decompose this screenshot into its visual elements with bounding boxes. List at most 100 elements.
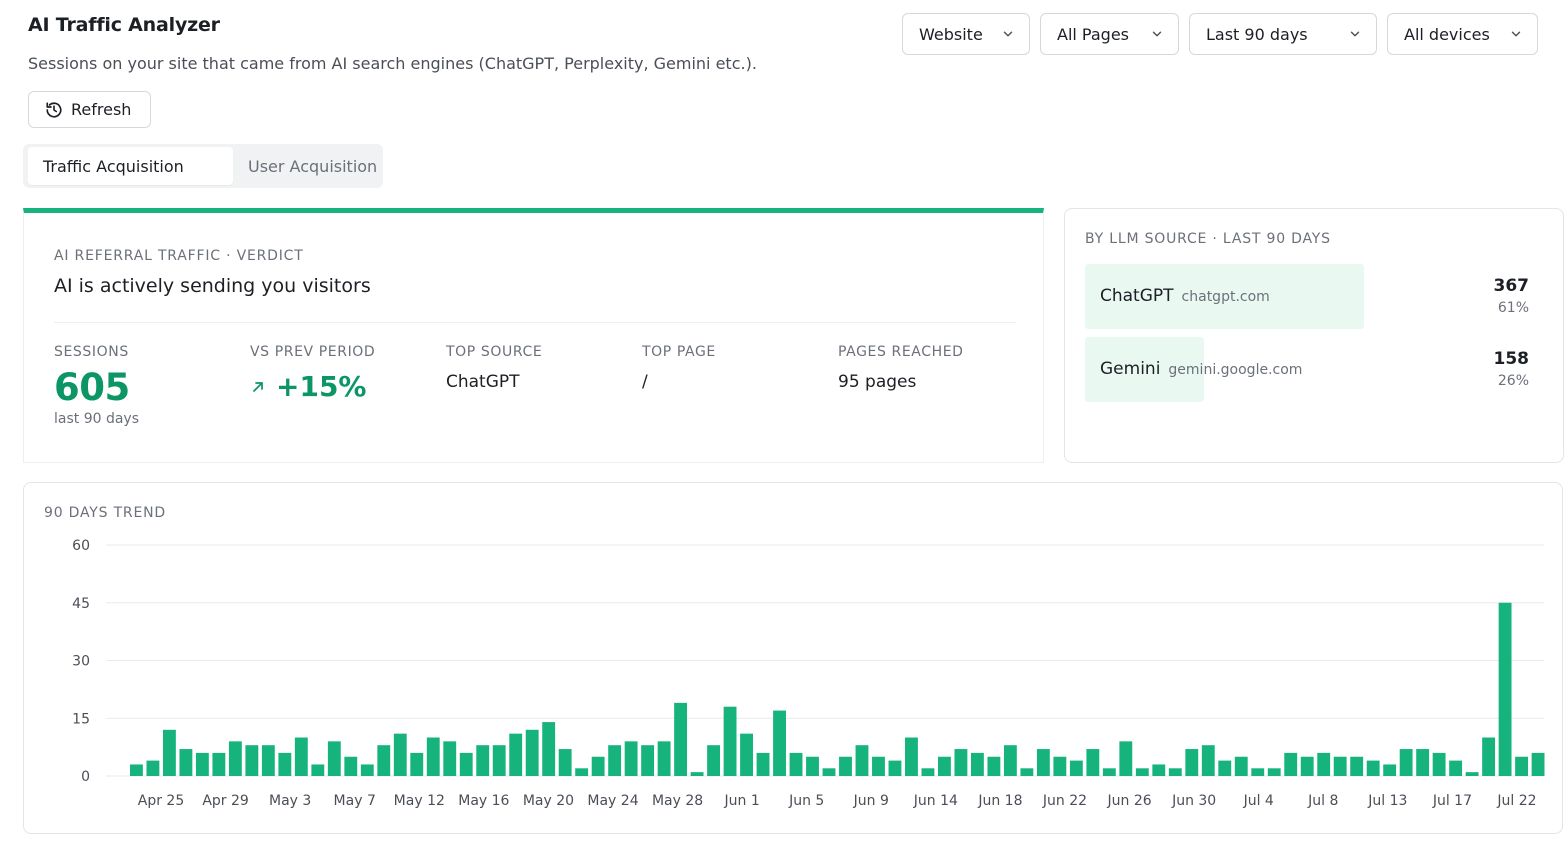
x-tick-label: Jul 8: [1307, 793, 1338, 809]
x-tick-label: Apr 25: [138, 793, 184, 809]
trend-bar: [1366, 760, 1380, 776]
x-tick-label: Jun 1: [724, 793, 760, 809]
trend-bar: [195, 752, 209, 776]
trend-bar: [773, 710, 786, 776]
verdict-card: AI REFERRAL TRAFFIC · VERDICT AI is acti…: [23, 208, 1044, 463]
trend-bar: [327, 741, 341, 776]
trend-bar: [872, 756, 885, 776]
trend-bar: [1003, 745, 1017, 776]
verdict-title: AI is actively sending you visitors: [54, 275, 371, 297]
x-tick-label: May 16: [458, 793, 509, 809]
pages-select[interactable]: All Pages: [1040, 13, 1179, 55]
trend-bar: [426, 737, 440, 776]
trend-bar: [525, 729, 539, 776]
refresh-button[interactable]: Refresh: [28, 91, 151, 128]
trend-bar: [1267, 768, 1281, 776]
trend-bar: [1053, 756, 1067, 776]
sessions-sub: last 90 days: [54, 411, 140, 427]
refresh-button-label: Refresh: [71, 100, 132, 119]
llm-source-row[interactable]: Gemini gemini.google.com 158 26%: [1085, 337, 1531, 402]
trend-bar: [509, 733, 523, 776]
page-subtitle: Sessions on your site that came from AI …: [28, 54, 757, 73]
trend-bar: [1152, 764, 1166, 776]
trend-bar: [987, 756, 1001, 776]
trend-bar: [806, 756, 819, 776]
trend-bar: [1465, 772, 1479, 776]
trend-bar: [608, 745, 622, 776]
x-tick-label: May 3: [269, 793, 311, 809]
llm-source-domain: gemini.google.com: [1168, 362, 1303, 378]
trend-bar: [1416, 749, 1430, 776]
date-range-select[interactable]: Last 90 days: [1189, 13, 1377, 55]
history-icon: [45, 101, 71, 119]
y-tick-label: 45: [72, 596, 90, 612]
trend-bar: [1119, 741, 1133, 776]
y-tick-label: 30: [72, 654, 90, 670]
trend-bar: [575, 768, 589, 776]
x-tick-label: Jun 18: [977, 793, 1022, 809]
trend-bar: [558, 749, 572, 776]
trend-bar: [410, 752, 424, 776]
property-select-value: Website: [919, 24, 983, 44]
trend-chart: 0 15 30 45 60 Apr 25 Apr 29 May 3 May 7 May 12 May…: [72, 538, 1545, 809]
top-page-value: /: [642, 372, 648, 392]
trend-bar: [1498, 602, 1512, 776]
sessions-label: SESSIONS: [54, 344, 129, 360]
trend-bar: [921, 768, 935, 776]
trend-bar: [228, 741, 242, 776]
chevron-down-icon: [1150, 27, 1164, 41]
x-tick-label: Jul 4: [1243, 793, 1274, 809]
trend-bar: [624, 741, 638, 776]
trend-bar: [245, 745, 259, 776]
x-tick-label: Jul 22: [1496, 793, 1536, 809]
trend-bar: [954, 749, 968, 776]
llm-source-pct: 26%: [1497, 373, 1529, 389]
trend-bar: [1102, 768, 1116, 776]
trend-bar: [641, 745, 655, 776]
trend-bar: [1135, 768, 1149, 776]
devices-select[interactable]: All devices: [1387, 13, 1538, 55]
trend-bar: [674, 702, 688, 776]
trend-bar: [1317, 752, 1331, 776]
sessions-value: 605: [54, 366, 130, 409]
llm-source-name: Gemini: [1100, 359, 1161, 379]
top-source-label: TOP SOURCE: [446, 344, 543, 360]
chevron-down-icon: [1509, 27, 1523, 41]
llm-source-row[interactable]: ChatGPT chatgpt.com 367 61%: [1085, 264, 1531, 329]
x-tick-label: Jul 13: [1367, 793, 1407, 809]
trend-bar: [492, 745, 506, 776]
trend-bar: [1168, 768, 1182, 776]
tab-user-acquisition[interactable]: User Acquisition: [233, 147, 383, 185]
llm-source-count: 158: [1493, 349, 1530, 369]
x-tick-label: May 12: [394, 793, 445, 809]
trend-bar: [1350, 756, 1364, 776]
top-source-value: ChatGPT: [446, 372, 520, 392]
pages-select-value: All Pages: [1057, 24, 1129, 44]
chevron-down-icon: [1348, 27, 1362, 41]
property-select[interactable]: Website: [902, 13, 1030, 55]
trend-bar: [377, 745, 391, 776]
vs-prev-metric: VS PREV PERIOD +15%: [250, 344, 375, 403]
trend-bar: [1020, 768, 1034, 776]
x-tick-label: May 28: [652, 793, 703, 809]
tab-traffic-acquisition[interactable]: Traffic Acquisition: [28, 147, 233, 185]
trend-bar: [1185, 749, 1199, 776]
x-tick-label: May 7: [334, 793, 376, 809]
trend-bar: [723, 706, 737, 776]
llm-source-domain: chatgpt.com: [1181, 289, 1270, 305]
arrow-up-right-icon: [250, 379, 276, 395]
trend-bar: [311, 764, 325, 776]
trend-bar: [1218, 760, 1232, 776]
sessions-metric: SESSIONS 605 last 90 days: [54, 344, 139, 427]
trend-bar: [212, 752, 226, 776]
top-page-metric: TOP PAGE /: [642, 344, 716, 392]
trend-bar: [1515, 756, 1529, 776]
y-tick-label: 15: [72, 711, 90, 727]
vs-prev-label: VS PREV PERIOD: [250, 344, 376, 360]
x-tick-label: May 24: [587, 793, 638, 809]
trend-bar: [789, 752, 803, 776]
trend-bar: [1086, 749, 1100, 776]
x-tick-label: Apr 29: [202, 793, 248, 809]
trend-bar: [179, 749, 193, 776]
x-tick-label: Jun 9: [853, 793, 889, 809]
